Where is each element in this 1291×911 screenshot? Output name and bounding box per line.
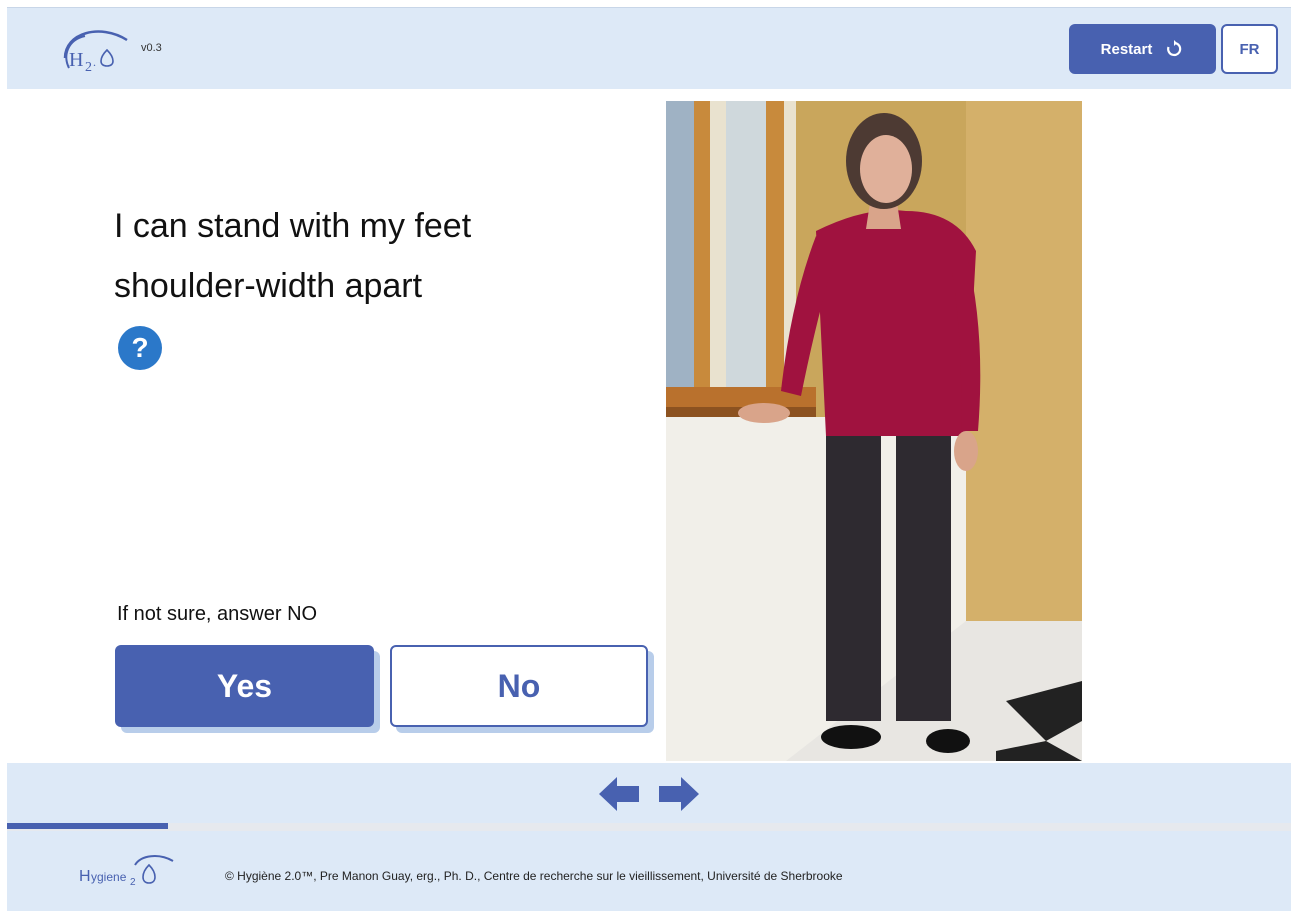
arrow-left-icon[interactable] bbox=[597, 775, 641, 813]
yes-button[interactable]: Yes bbox=[115, 645, 374, 727]
svg-text:H: H bbox=[79, 868, 91, 885]
svg-text:.: . bbox=[93, 55, 96, 69]
arrow-right-icon[interactable] bbox=[657, 775, 701, 813]
answer-hint: If not sure, answer NO bbox=[117, 603, 318, 625]
question-line-1: I can stand with my feet bbox=[114, 207, 472, 245]
footer: H ygiene 2 © Hygiène 2.0™, Pre Manon Gua… bbox=[7, 831, 1291, 911]
question-text: I can stand with my feet shoulder-width … bbox=[114, 196, 634, 316]
question-line-2: shoulder-width apart bbox=[114, 267, 423, 305]
hygiene2o-logo: H ygiene 2 bbox=[79, 855, 174, 888]
header: H 2 . v0.3 Restart FR bbox=[7, 7, 1291, 89]
no-button[interactable]: No bbox=[390, 645, 648, 727]
svg-text:2: 2 bbox=[130, 877, 136, 888]
restart-label: Restart bbox=[1100, 40, 1153, 58]
footer-copyright: © Hygiène 2.0™, Pre Manon Guay, erg., Ph… bbox=[225, 869, 843, 883]
svg-text:H: H bbox=[69, 49, 83, 71]
progress-bar bbox=[7, 823, 1291, 831]
restart-icon bbox=[1167, 40, 1182, 57]
svg-text:ygiene: ygiene bbox=[91, 870, 127, 884]
svg-text:2: 2 bbox=[85, 60, 92, 75]
top-strip bbox=[0, 0, 1291, 7]
h2o-logo: H 2 . bbox=[63, 30, 128, 75]
progress-fill bbox=[7, 823, 168, 829]
woman-standing-photo bbox=[666, 101, 1082, 761]
help-icon[interactable]: ? bbox=[118, 326, 162, 370]
version-label: v0.3 bbox=[141, 42, 162, 54]
language-toggle-button[interactable]: FR bbox=[1221, 24, 1278, 74]
restart-button[interactable]: Restart bbox=[1069, 24, 1216, 74]
navigation-bar bbox=[7, 763, 1291, 823]
